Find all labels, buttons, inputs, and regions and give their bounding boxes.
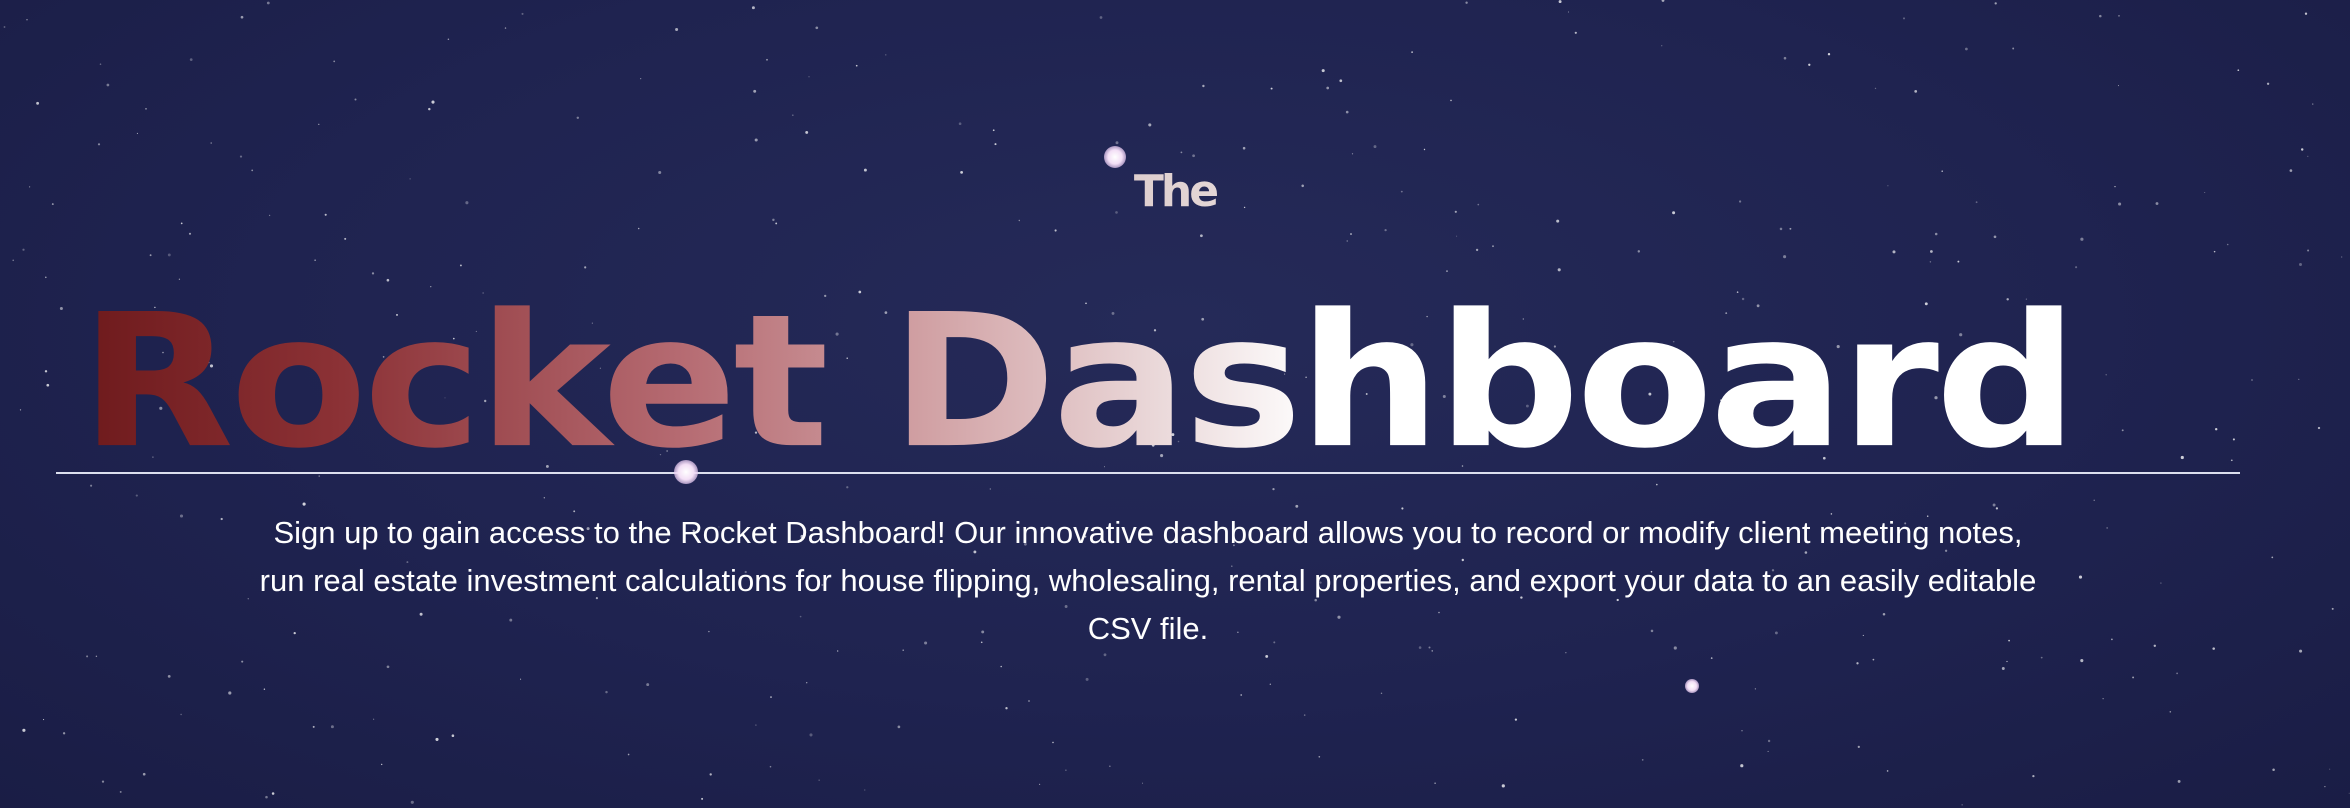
hero-divider <box>56 472 2240 474</box>
hero-pre-title: The <box>0 170 2350 214</box>
glowing-star-icon <box>1685 679 1699 693</box>
glowing-star-icon <box>674 460 698 484</box>
hero-title: Rocket Dashboard <box>80 290 2216 474</box>
hero-section: The Rocket Dashboard Sign up to gain acc… <box>0 0 2350 808</box>
glowing-star-icon <box>1104 146 1126 168</box>
hero-description: Sign up to gain access to the Rocket Das… <box>259 515 2037 646</box>
